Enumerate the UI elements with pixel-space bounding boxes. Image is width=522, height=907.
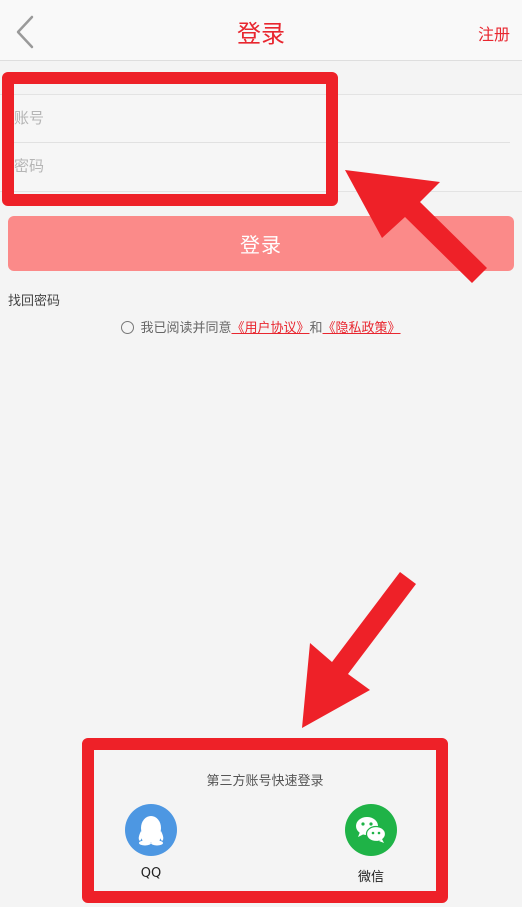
arrow-right-icon: [345, 170, 487, 283]
annotation-arrows: [302, 170, 487, 728]
arrow-down-icon: [302, 572, 416, 728]
